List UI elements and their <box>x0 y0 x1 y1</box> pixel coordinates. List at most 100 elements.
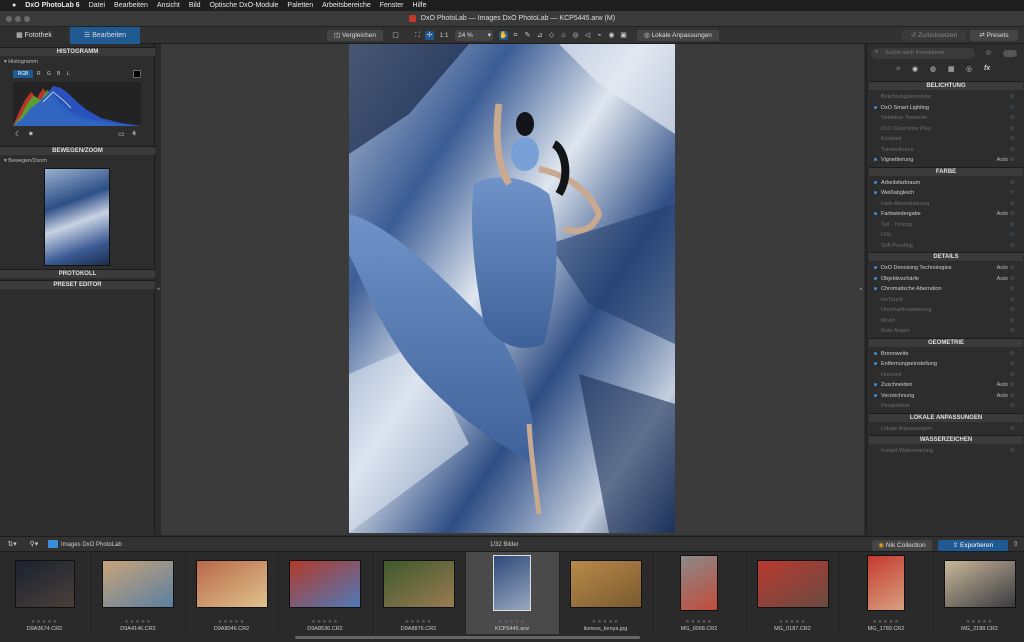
apple-icon[interactable]: ● <box>12 2 16 9</box>
left-panel-collapse-icon[interactable]: ◂ <box>157 286 160 292</box>
share-icon[interactable]: ⇧ <box>1011 540 1020 549</box>
brush-icon[interactable]: ⌁ <box>595 31 604 40</box>
compare-button[interactable]: ◫ Vergleichen <box>327 30 383 41</box>
layout-icon[interactable]: ▢ <box>391 31 400 40</box>
section-header[interactable]: DETAILS <box>869 252 1023 261</box>
filmstrip-thumbnail[interactable]: ★★★★★ D9A8046.CR2 <box>185 552 279 634</box>
favorite-star-icon[interactable]: ☆ <box>1010 92 1015 102</box>
correction-row[interactable]: Verzeichnung Auto ☆ <box>871 391 1021 401</box>
thumbnail-image[interactable] <box>943 560 1016 608</box>
channel-g[interactable]: G <box>47 70 51 78</box>
minimize-window-button[interactable] <box>15 16 21 22</box>
favorite-star-icon[interactable]: ☆ <box>1010 305 1015 315</box>
channel-rgb[interactable]: RGB <box>13 70 33 78</box>
favorites-star-icon[interactable]: ☆ <box>985 48 992 57</box>
correction-row[interactable]: Rote Augen ☆ <box>871 326 1021 336</box>
clipping-toggle[interactable] <box>133 70 141 78</box>
correction-row[interactable]: Soft Proofing ☆ <box>871 241 1021 251</box>
correction-row[interactable]: Weißabgleich ☆ <box>871 188 1021 198</box>
menu-datei[interactable]: Datei <box>89 2 105 9</box>
move-icon[interactable]: ✛ <box>425 31 434 40</box>
close-window-button[interactable] <box>6 16 12 22</box>
filmstrip-thumbnail[interactable]: ★★★★★ MG_0187.CR2 <box>746 552 840 634</box>
before-after-icon[interactable]: ▣ <box>619 31 628 40</box>
nik-collection-button[interactable]: ◉ Nik Collection <box>872 540 932 551</box>
light-tab-icon[interactable]: ☼ <box>895 65 901 72</box>
rating-stars-icon[interactable]: ★★★★★ <box>933 619 1024 625</box>
enabled-indicator-icon[interactable] <box>874 383 877 386</box>
enabled-indicator-icon[interactable] <box>874 105 877 109</box>
favorite-star-icon[interactable]: ☆ <box>1010 316 1015 326</box>
favorite-star-icon[interactable]: ☆ <box>1010 199 1015 209</box>
move-zoom-sub[interactable]: ▾ Bewegen/Zoom <box>4 158 47 164</box>
filmstrip-thumbnail[interactable]: ★★★★★ D9A8876.CR2 <box>372 552 466 634</box>
local-adjustments-button[interactable]: ◎ Lokale Anpassungen <box>637 30 719 41</box>
channel-r[interactable]: R <box>37 70 41 78</box>
rating-stars-icon[interactable]: ★★★★★ <box>185 619 278 625</box>
filmstrip-thumbnail[interactable]: ★★★★★ KCP5445.arw <box>465 552 560 634</box>
menu-paletten[interactable]: Paletten <box>287 2 313 9</box>
histogram-sub[interactable]: ▾ Histogramm <box>4 59 38 65</box>
favorite-star-icon[interactable]: ☆ <box>1010 145 1015 155</box>
favorite-star-icon[interactable]: ☆ <box>1010 124 1015 134</box>
menu-arbeitsbereiche[interactable]: Arbeitsbereiche <box>322 2 371 9</box>
menu-bild[interactable]: Bild <box>189 2 201 9</box>
right-panel-collapse-icon[interactable]: ▸ <box>860 286 863 292</box>
correction-row[interactable]: Entfernungseinstellung ☆ <box>871 359 1021 369</box>
thumbnail-image[interactable] <box>382 560 455 608</box>
preset-editor-header[interactable]: PRESET EDITOR <box>0 280 155 289</box>
menu-app[interactable]: DxO PhotoLab 6 <box>25 2 79 9</box>
repair-icon[interactable]: ⌂ <box>559 31 568 40</box>
enabled-indicator-icon[interactable] <box>874 191 877 194</box>
favorite-star-icon[interactable]: ☆ <box>1010 241 1015 251</box>
rating-stars-icon[interactable]: ★★★★★ <box>92 619 185 625</box>
horizon-icon[interactable]: ⊿ <box>535 31 544 40</box>
correction-row[interactable]: Objektivschärfe Auto ☆ <box>871 274 1021 284</box>
menu-hilfe[interactable]: Hilfe <box>412 2 426 9</box>
red-eye-icon[interactable]: ◎ <box>571 31 580 40</box>
rating-stars-icon[interactable]: ★★★★★ <box>840 619 933 625</box>
detail-tab-icon[interactable]: ◍ <box>930 65 936 73</box>
navigator-preview[interactable] <box>44 168 110 266</box>
correction-row[interactable]: Zuschneiden Auto ☆ <box>871 380 1021 390</box>
filmstrip-thumbnail[interactable]: ★★★★★ MG_0068.CR2 <box>653 552 747 634</box>
effects-tab-icon[interactable]: fx <box>984 65 990 72</box>
shadow-clip-icon[interactable]: ☾ <box>15 130 21 138</box>
rating-stars-icon[interactable]: ★★★★★ <box>0 619 91 625</box>
favorite-star-icon[interactable]: ☆ <box>1010 284 1015 294</box>
enabled-indicator-icon[interactable] <box>874 351 877 355</box>
histogram-header[interactable]: HISTOGRAMM <box>0 47 155 56</box>
correction-row[interactable]: Tonwertkurve ☆ <box>871 145 1021 155</box>
correction-row[interactable]: DxO Denoising Technologies Auto ☆ <box>871 263 1021 273</box>
thumbnail-image[interactable] <box>680 555 718 611</box>
correction-row[interactable]: Kontrast ☆ <box>871 134 1021 144</box>
favorite-star-icon[interactable]: ☆ <box>1010 349 1015 359</box>
filmstrip-thumbnail[interactable]: ★★★★★ MG_1789.CR2 <box>840 552 934 634</box>
local-tab-icon[interactable]: ◎ <box>966 65 972 73</box>
thumbnail-image[interactable] <box>102 560 174 608</box>
sort-icon[interactable]: ⇅▾ <box>4 540 20 549</box>
geometry-tab-icon[interactable]: ▦ <box>948 65 955 73</box>
monitor-icon[interactable]: ▭ <box>118 130 125 138</box>
favorites-toggle[interactable] <box>1003 50 1017 57</box>
menu-fenster[interactable]: Fenster <box>380 2 404 9</box>
favorite-star-icon[interactable]: ☆ <box>1010 424 1015 434</box>
channel-l[interactable]: L <box>67 70 70 78</box>
filmstrip-scrollbar[interactable] <box>295 636 640 639</box>
favorite-star-icon[interactable]: ☆ <box>1010 380 1015 390</box>
filter-icon[interactable]: ⚲▾ <box>26 540 42 549</box>
enabled-indicator-icon[interactable] <box>874 276 877 280</box>
correction-row[interactable]: DxO Smart Lighting ☆ <box>871 103 1021 113</box>
correction-row[interactable]: HSL ☆ <box>871 230 1021 240</box>
enabled-indicator-icon[interactable] <box>874 180 877 184</box>
image-viewer[interactable] <box>161 44 864 535</box>
correction-row[interactable]: Arbeitsfarbraum ☆ <box>871 178 1021 188</box>
correction-row[interactable]: Chromatische Aberration ☆ <box>871 284 1021 294</box>
section-header[interactable]: GEOMETRIE <box>869 337 1023 347</box>
correction-row[interactable]: Moiré ☆ <box>871 316 1021 326</box>
zoom-select[interactable]: 24 % ▾ <box>455 30 493 41</box>
enabled-indicator-icon[interactable] <box>874 362 877 365</box>
thumbnail-image[interactable] <box>14 560 75 608</box>
tab-bearbeiten[interactable]: ☰ Bearbeiten <box>70 27 140 44</box>
rating-stars-icon[interactable]: ★★★★★ <box>653 619 746 625</box>
